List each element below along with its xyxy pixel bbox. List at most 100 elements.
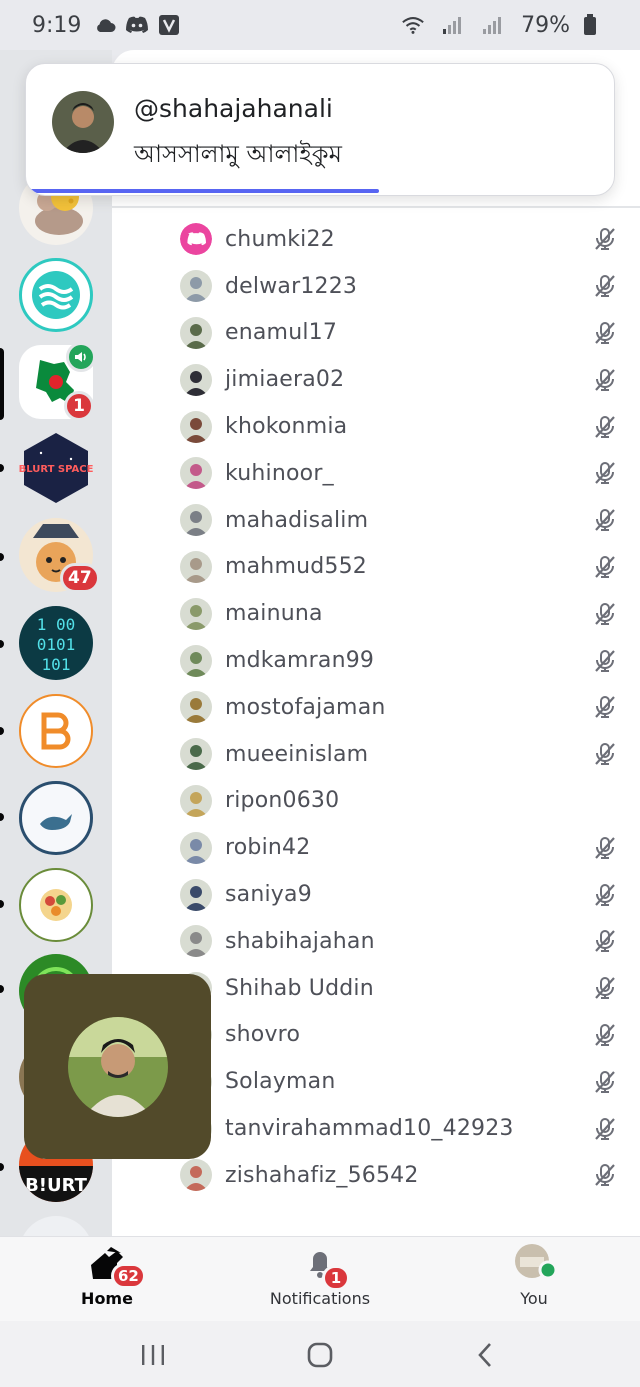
nav-notifications[interactable]: 1 Notifications (260, 1237, 380, 1322)
mic-muted-icon (592, 507, 618, 533)
member-row[interactable]: mahadisalim (112, 497, 640, 544)
avatar (52, 91, 114, 153)
avatar (180, 1159, 212, 1192)
mic-muted-icon (592, 694, 618, 720)
bottom-nav: 62 Home 1 Notifications You (0, 1236, 640, 1321)
server-icon-hind-whale[interactable] (19, 781, 93, 855)
in-app-notification[interactable]: @shahajahanali আসসালামু আলাইকুম (25, 63, 615, 196)
avatar (180, 831, 212, 864)
svg-text:0101: 0101 (37, 635, 76, 654)
server-icon-partial[interactable] (19, 1216, 93, 1236)
member-name: Solayman (225, 1069, 336, 1095)
nav-you[interactable]: You (494, 1237, 574, 1322)
avatar (180, 691, 212, 724)
signal-icon (481, 14, 505, 36)
member-name: mueeinislam (225, 741, 369, 767)
server-badge: 47 (60, 563, 100, 593)
cloud-icon (93, 14, 117, 36)
unread-indicator (0, 1163, 4, 1171)
mic-muted-icon (592, 882, 618, 908)
status-time: 9:19 (32, 12, 82, 38)
mic-muted-icon (592, 414, 618, 440)
member-name: Shihab Uddin (225, 975, 374, 1001)
wifi-icon (401, 14, 425, 36)
mic-muted-icon (592, 460, 618, 486)
unread-indicator (0, 985, 4, 993)
mic-muted-icon (592, 320, 618, 346)
member-name: zishahafiz_56542 (225, 1162, 419, 1188)
unread-indicator (0, 813, 4, 821)
server-icon-blurt-space[interactable]: BLURT SPACE (19, 431, 93, 505)
avatar (180, 363, 212, 396)
mic-muted-icon (592, 1022, 618, 1048)
unread-indicator (0, 727, 4, 735)
home-badge: 62 (111, 1263, 146, 1289)
member-row[interactable]: mahmud552 (112, 544, 640, 591)
member-row[interactable]: saniya9 (112, 871, 640, 918)
member-name: enamul17 (225, 320, 338, 346)
member-row[interactable]: mainuna (112, 590, 640, 637)
back-icon[interactable] (466, 1335, 506, 1375)
recents-icon[interactable] (133, 1335, 173, 1375)
unread-indicator (0, 464, 4, 472)
server-icon-nature-agriculture[interactable] (19, 868, 93, 942)
mic-muted-icon (592, 741, 618, 767)
notification-progress-bar (26, 189, 379, 193)
avatar (180, 784, 212, 817)
mic-muted-icon (592, 226, 618, 252)
mic-muted-icon (592, 928, 618, 954)
member-row[interactable]: robin42 (112, 824, 640, 871)
member-name: khokonmia (225, 414, 348, 440)
discord-avatar-icon (180, 223, 212, 256)
avatar (180, 270, 212, 303)
member-row[interactable]: mueeinislam (112, 731, 640, 778)
member-row[interactable]: mdkamran99 (112, 637, 640, 684)
member-name: tanvirahammad10_42923 (225, 1116, 514, 1142)
avatar (180, 550, 212, 583)
bell-icon: 1 (300, 1243, 350, 1291)
member-name: delwar1223 (225, 273, 358, 299)
member-name: saniya9 (225, 882, 312, 908)
mic-muted-icon (592, 367, 618, 393)
svg-text:101: 101 (42, 655, 71, 674)
member-row[interactable]: mostofajaman (112, 684, 640, 731)
server-badge: 1 (64, 391, 94, 421)
voice-speaker-icon (66, 342, 96, 372)
discord-icon (125, 14, 149, 36)
mic-muted-icon (592, 975, 618, 1001)
member-row[interactable]: ripon0630 (112, 778, 640, 825)
member-row[interactable]: enamul17 (112, 310, 640, 357)
avatar (180, 316, 212, 349)
member-row[interactable]: chumki22 (112, 216, 640, 263)
mic-muted-icon (592, 273, 618, 299)
server-icon-binary[interactable]: 1 00 0101 101 (19, 606, 93, 680)
mic-muted-icon (592, 648, 618, 674)
unread-indicator (0, 900, 4, 908)
member-name: shovro (225, 1022, 301, 1048)
member-row[interactable]: delwar1223 (112, 263, 640, 310)
member-row[interactable]: khokonmia (112, 403, 640, 450)
svg-text:1 00: 1 00 (37, 615, 76, 634)
blurt-logo-text: B!URT (25, 1175, 88, 1196)
member-name: robin42 (225, 835, 311, 861)
mic-muted-icon (592, 835, 618, 861)
active-server-indicator (0, 348, 4, 420)
voice-call-bubble[interactable] (24, 974, 211, 1159)
member-name: mainuna (225, 601, 323, 627)
member-name: shabihajahan (225, 928, 375, 954)
mic-muted-icon (592, 1069, 618, 1095)
member-row[interactable]: zishahafiz_56542 (112, 1152, 640, 1199)
member-row[interactable]: shabihajahan (112, 918, 640, 965)
server-icon-b-logo[interactable] (19, 694, 93, 768)
signal-icon (441, 14, 465, 36)
nav-home[interactable]: 62 Home (66, 1237, 148, 1322)
member-row[interactable]: kuhinoor_ (112, 450, 640, 497)
home-button-icon[interactable] (300, 1335, 340, 1375)
server-icon-waves[interactable] (19, 258, 93, 332)
member-name: jimiaera02 (225, 367, 345, 393)
avatar (180, 644, 212, 677)
member-row[interactable]: jimiaera02 (112, 356, 640, 403)
avatar (67, 1016, 168, 1117)
notification-message: আসসালামু আলাইকুম (134, 140, 342, 168)
header-divider (112, 206, 640, 208)
